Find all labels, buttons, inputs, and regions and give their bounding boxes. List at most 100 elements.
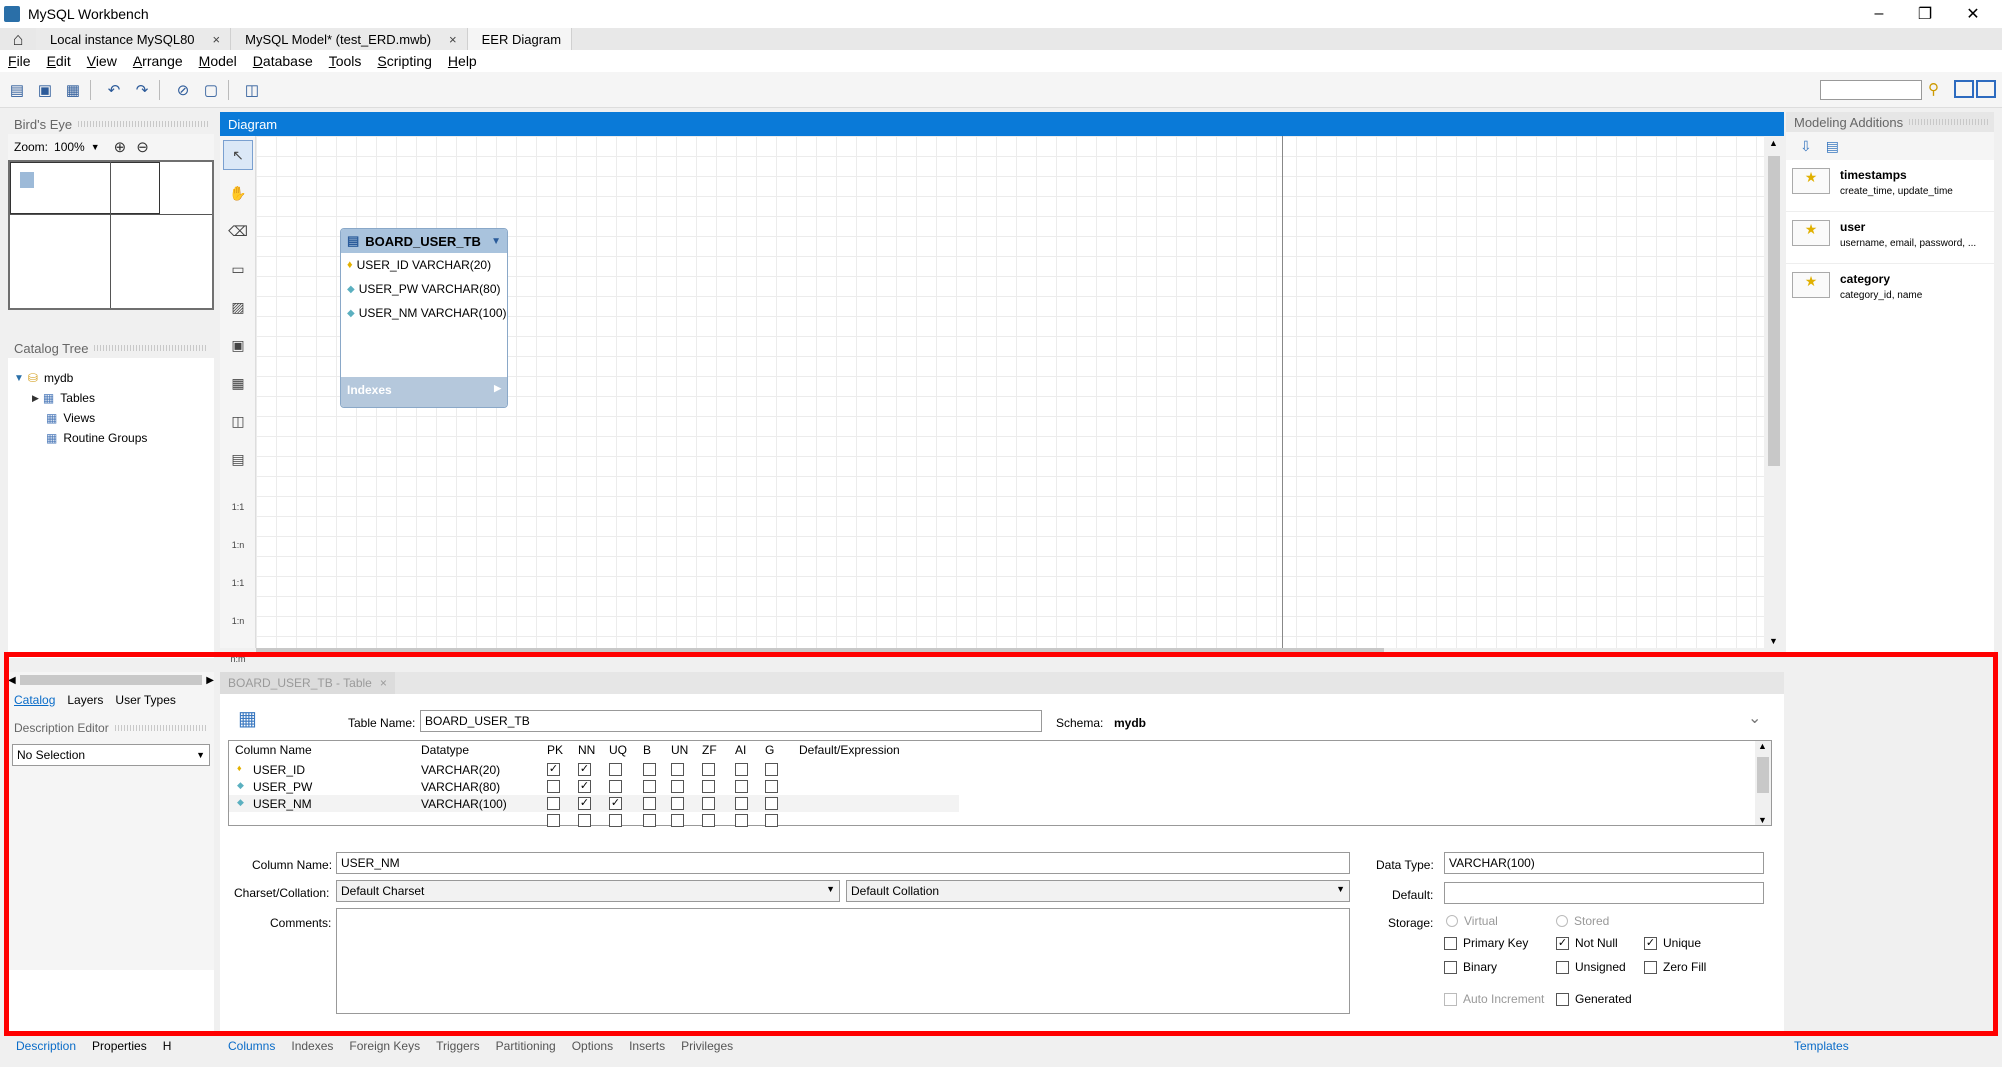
tab-indexes[interactable]: Indexes [283, 1039, 341, 1053]
save-model-icon[interactable]: ▦ [62, 79, 84, 101]
flag-checkbox[interactable] [578, 814, 591, 827]
table-row[interactable]: ♦ USER_ID VARCHAR(20) ✓ ✓ [229, 761, 959, 778]
tab-inserts[interactable]: Inserts [621, 1039, 673, 1053]
menu-file[interactable]: File [0, 53, 39, 69]
scroll-down-icon[interactable]: ▼ [1758, 815, 1767, 825]
menu-view[interactable]: View [79, 53, 125, 69]
flag-checkbox[interactable] [702, 763, 715, 776]
tab-privileges[interactable]: Privileges [673, 1039, 741, 1053]
search-input[interactable] [1820, 80, 1922, 100]
toggle-sidebar-icon[interactable] [1954, 80, 1974, 98]
tab-columns[interactable]: Columns [220, 1039, 283, 1053]
menu-database[interactable]: Database [245, 53, 321, 69]
columns-grid[interactable]: Column Name Datatype PK NN UQ B UN ZF AI… [228, 740, 1772, 829]
relation-1-n-nonid-icon[interactable]: 1:n [223, 596, 253, 626]
relation-1-1-nonid-icon[interactable]: 1:1 [223, 558, 253, 588]
chevron-down-icon[interactable]: ▼ [826, 884, 835, 894]
editor-tab[interactable]: BOARD_USER_TB - Table × [220, 672, 395, 694]
align-grid-icon[interactable]: ▢ [200, 79, 222, 101]
scroll-up-icon[interactable]: ▲ [1758, 741, 1767, 751]
flag-checkbox[interactable] [643, 780, 656, 793]
zoom-in-icon[interactable]: ⊕ [114, 138, 127, 156]
menu-edit[interactable]: Edit [39, 53, 79, 69]
tree-node-mydb[interactable]: ▼ ⛁ mydb [8, 368, 214, 388]
hand-tool-icon[interactable]: ✋ [223, 178, 253, 208]
tab-local-instance[interactable]: Local instance MySQL80 × [36, 28, 232, 50]
menu-help[interactable]: Help [440, 53, 485, 69]
chevron-down-icon[interactable]: ▼ [91, 142, 100, 152]
table-row[interactable]: ◆ USER_NM VARCHAR(100) ✓ ✓ [229, 795, 959, 812]
stored-radio[interactable]: Stored [1556, 914, 1609, 928]
search-icon[interactable]: ⚲ [1928, 80, 1946, 98]
tab-triggers[interactable]: Triggers [428, 1039, 488, 1053]
relation-1-1-icon[interactable]: 1:1 [223, 482, 253, 512]
tab-templates[interactable]: Templates [1786, 1036, 1994, 1056]
flag-checkbox[interactable] [547, 780, 560, 793]
collation-dropdown[interactable]: Default Collation ▼ [846, 880, 1350, 902]
home-icon[interactable]: ⌂ [0, 28, 36, 50]
image-tool-icon[interactable]: ▣ [223, 330, 253, 360]
flag-checkbox[interactable] [547, 814, 560, 827]
routine-group-tool-icon[interactable]: ▤ [223, 444, 253, 474]
flag-checkbox[interactable] [735, 797, 748, 810]
undo-icon[interactable]: ↶ [103, 79, 125, 101]
tree-node-tables[interactable]: ▶ ▦ Tables [8, 388, 214, 408]
chevron-down-icon[interactable]: ▼ [196, 750, 205, 760]
flag-checkbox[interactable] [671, 814, 684, 827]
flag-checkbox[interactable] [643, 763, 656, 776]
unique-checkbox[interactable]: ✓ Unique [1644, 936, 1701, 950]
scrollbar-thumb[interactable] [1768, 156, 1780, 466]
new-model-icon[interactable]: ▤ [6, 79, 28, 101]
tab-partitioning[interactable]: Partitioning [488, 1039, 564, 1053]
scroll-right-icon[interactable]: ▶ [206, 675, 214, 686]
snippet-item-category[interactable]: ★ category category_id, name [1786, 264, 1994, 316]
flag-checkbox[interactable] [702, 797, 715, 810]
scroll-down-icon[interactable]: ▼ [1769, 636, 1778, 646]
snippet-item-user[interactable]: ★ user username, email, password, ... [1786, 212, 1994, 264]
tab-options[interactable]: Options [564, 1039, 621, 1053]
flag-checkbox[interactable] [735, 763, 748, 776]
tab-description[interactable]: Description [8, 1039, 84, 1053]
relation-n-m-icon[interactable]: n:m [223, 634, 253, 664]
flag-checkbox[interactable] [765, 763, 778, 776]
expand-arrow-icon[interactable]: ▼ [14, 373, 24, 384]
menu-tools[interactable]: Tools [321, 53, 370, 69]
view-tool-icon[interactable]: ◫ [223, 406, 253, 436]
flag-checkbox[interactable] [735, 814, 748, 827]
generated-checkbox[interactable]: Generated [1556, 992, 1632, 1006]
erd-table-header[interactable]: ▤ BOARD_USER_TB ▼ [341, 229, 507, 253]
data-type-input[interactable]: VARCHAR(100) [1444, 852, 1764, 874]
tree-node-views[interactable]: ▦ Views [8, 408, 214, 428]
auto-increment-checkbox[interactable]: Auto Increment [1444, 992, 1544, 1006]
flag-checkbox[interactable] [671, 780, 684, 793]
tab-mysql-model[interactable]: MySQL Model* (test_ERD.mwb) × [231, 28, 468, 50]
open-model-icon[interactable]: ▣ [34, 79, 56, 101]
flag-checkbox[interactable] [765, 797, 778, 810]
snippet-options-icon[interactable]: ▤ [1826, 138, 1839, 155]
snippet-item-timestamps[interactable]: ★ timestamps create_time, update_time [1786, 160, 1994, 212]
default-input[interactable] [1444, 882, 1764, 904]
flag-checkbox[interactable] [765, 780, 778, 793]
tab-user-types[interactable]: User Types [109, 693, 181, 707]
flag-checkbox[interactable] [702, 814, 715, 827]
unsigned-checkbox[interactable]: Unsigned [1556, 960, 1626, 974]
flag-checkbox[interactable] [765, 814, 778, 827]
toggle-grid-icon[interactable]: ⊘ [172, 79, 194, 101]
erd-table-board-user-tb[interactable]: ▤ BOARD_USER_TB ▼ ♦ USER_ID VARCHAR(20) ◆… [340, 228, 508, 408]
close-tab-icon[interactable]: × [449, 32, 457, 47]
flag-checkbox[interactable]: ✓ [609, 797, 622, 810]
flag-checkbox[interactable]: ✓ [547, 763, 560, 776]
horizontal-scrollbar[interactable] [19, 675, 203, 685]
tab-eer-diagram[interactable]: EER Diagram [467, 28, 573, 50]
grid-scrollbar[interactable]: ▲ ▼ [1755, 741, 1771, 825]
close-tab-icon[interactable]: × [213, 32, 221, 47]
zero-fill-checkbox[interactable]: Zero Fill [1644, 960, 1706, 974]
erd-column-row[interactable]: ◆ USER_NM VARCHAR(100) [341, 301, 507, 325]
table-row[interactable]: ◆ USER_PW VARCHAR(80) ✓ [229, 778, 959, 795]
flag-checkbox[interactable] [547, 797, 560, 810]
chevron-down-icon[interactable]: ▼ [1336, 884, 1345, 894]
flag-checkbox[interactable] [702, 780, 715, 793]
table-row[interactable] [229, 812, 959, 829]
flag-checkbox[interactable] [735, 780, 748, 793]
minimize-button[interactable]: – [1856, 0, 1902, 28]
